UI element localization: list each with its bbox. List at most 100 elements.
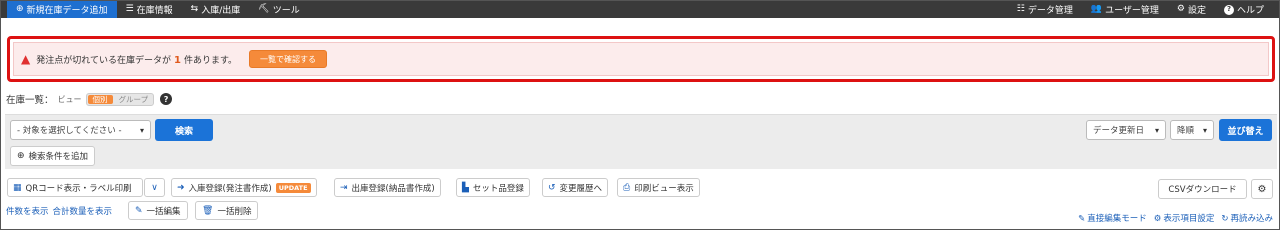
- show-total-link[interactable]: 合計数量を表示: [53, 205, 113, 217]
- reload-label: 再読み込み: [1230, 214, 1273, 224]
- alert-count: 1: [173, 54, 181, 66]
- plus-circle-icon: ⊕: [16, 4, 24, 14]
- bulk-delete-button[interactable]: 🗑 一括削除: [195, 201, 259, 220]
- help-icon: ?: [1223, 4, 1234, 15]
- edit-icon: ✎: [1078, 214, 1086, 224]
- alert-text-after: 件あります。: [183, 55, 238, 66]
- chevron-down-icon: ∨: [151, 182, 158, 193]
- nav-label: 入庫/出庫: [201, 6, 241, 16]
- history-label: 変更履歴へ: [559, 183, 603, 194]
- view-toggle: 個別 グループ: [85, 92, 155, 106]
- sort-field-select[interactable]: データ更新日 ▾: [1086, 120, 1166, 140]
- chevron-down-icon: ▾: [1202, 125, 1207, 135]
- alert-message: 発注点が切れている在庫データが 1 件あります。: [36, 53, 237, 66]
- outbound-label: 出庫登録(納品書作成): [351, 183, 435, 194]
- print-view-button[interactable]: ⎙ 印刷ビュー表示: [617, 178, 700, 197]
- view-label: ビュー: [57, 94, 82, 104]
- search-button[interactable]: 検索: [155, 119, 213, 141]
- top-navigation-bar: ⊕ 新規在庫データ追加 ☰ 在庫情報 ⇆ 入庫/出庫 ⛏ ツール ☷ データ管理…: [1, 1, 1279, 18]
- sort-order-select[interactable]: 降順 ▾: [1170, 120, 1214, 140]
- sign-in-icon: ➜: [177, 182, 185, 193]
- view-list-button[interactable]: 一覧で確認する: [249, 50, 328, 68]
- show-count-link[interactable]: 件数を表示: [6, 205, 49, 217]
- nav-label: ツール: [272, 6, 300, 16]
- add-condition-label: 検索条件を追加: [28, 152, 89, 162]
- inbound-register-button[interactable]: ➜ 入庫登録(発注書作成) UPDATE: [171, 178, 317, 197]
- reload-link[interactable]: ↻ 再読み込み: [1221, 212, 1273, 224]
- stock-list-header: 在庫一覧： ビュー 個別 グループ ?: [6, 92, 173, 106]
- search-filter-panel: - 対象を選択してください - ▾ 検索 ⊕ 検索条件を追加 データ更新日 ▾ …: [5, 114, 1277, 169]
- qr-code-icon: ▦: [13, 182, 22, 193]
- inout-icon: ⇆: [190, 4, 199, 14]
- trash-icon: 🗑: [202, 205, 214, 216]
- nav-new-stock-data[interactable]: ⊕ 新規在庫データ追加: [7, 1, 117, 18]
- sign-out-icon: ⇥: [340, 182, 348, 193]
- nav-settings[interactable]: ⚙ 設定: [1168, 1, 1215, 18]
- chevron-down-icon: ▾: [139, 125, 144, 135]
- add-search-condition-button[interactable]: ⊕ 検索条件を追加: [10, 146, 96, 166]
- alert-text-before: 発注点が切れている在庫データが: [36, 55, 171, 66]
- display-items-settings-link[interactable]: ⚙ 表示項目設定: [1154, 212, 1215, 224]
- qr-dropdown-button[interactable]: ∨: [144, 178, 165, 197]
- reorder-alert: ▲ 発注点が切れている在庫データが 1 件あります。 一覧で確認する: [13, 42, 1269, 76]
- list-icon: ☰: [125, 4, 134, 14]
- gear-icon: ⚙: [1176, 4, 1185, 14]
- alert-highlight-frame: ▲ 発注点が切れている在庫データが 1 件あります。 一覧で確認する: [7, 36, 1275, 82]
- chevron-down-icon: ▾: [1154, 125, 1159, 135]
- outbound-register-button[interactable]: ⇥ 出庫登録(納品書作成): [334, 178, 441, 197]
- nav-data-management[interactable]: ☷ データ管理: [1008, 1, 1082, 18]
- bulk-edit-button[interactable]: ✎ 一括編集: [128, 201, 188, 220]
- nav-label: ユーザー管理: [1105, 6, 1159, 16]
- update-badge: UPDATE: [275, 182, 311, 193]
- direct-edit-mode-link[interactable]: ✎ 直接編集モード: [1078, 212, 1147, 224]
- print-view-label: 印刷ビュー表示: [634, 183, 694, 194]
- qr-label: QRコード表示・ラベル印刷: [25, 183, 132, 194]
- set-item-register-button[interactable]: ▙ セット品登録: [456, 178, 530, 197]
- csv-download-button[interactable]: CSVダウンロード: [1158, 179, 1247, 199]
- inbound-label: 入庫登録(発注書作成): [188, 183, 272, 194]
- question-circle-icon[interactable]: ?: [160, 93, 173, 105]
- view-group-option[interactable]: グループ: [114, 94, 154, 105]
- nav-inbound-outbound[interactable]: ⇆ 入庫/出庫: [182, 1, 250, 18]
- target-select[interactable]: - 対象を選択してください - ▾: [10, 120, 151, 140]
- nav-user-management[interactable]: 👥 ユーザー管理: [1082, 1, 1168, 18]
- nav-left-group: ⊕ 新規在庫データ追加 ☰ 在庫情報 ⇆ 入庫/出庫 ⛏ ツール: [7, 1, 309, 18]
- sort-field-value: データ更新日: [1093, 126, 1145, 136]
- nav-tools[interactable]: ⛏ ツール: [249, 1, 308, 18]
- bulk-delete-label: 一括削除: [217, 206, 252, 217]
- nav-label: 新規在庫データ追加: [26, 6, 108, 16]
- target-select-value: - 対象を選択してください -: [17, 126, 122, 136]
- nav-stock-info[interactable]: ☰ 在庫情報: [117, 1, 182, 18]
- history-icon: ↺: [548, 182, 556, 193]
- nav-help[interactable]: ? ヘルプ: [1215, 1, 1273, 18]
- nav-right-group: ☷ データ管理 👥 ユーザー管理 ⚙ 設定 ? ヘルプ: [1008, 1, 1273, 18]
- page-title: 在庫一覧：: [6, 95, 54, 106]
- gear-icon: ⚙: [1153, 214, 1162, 224]
- edit-icon: ✎: [135, 205, 143, 216]
- bottom-left-actions: 件数を表示 合計数量を表示: [6, 203, 112, 219]
- nav-label: 在庫情報: [136, 6, 173, 16]
- direct-edit-label: 直接編集モード: [1087, 214, 1147, 224]
- set-register-label: セット品登録: [472, 183, 524, 194]
- bulk-edit-label: 一括編集: [146, 206, 181, 217]
- tools-icon: ⛏: [258, 4, 270, 14]
- csv-settings-button[interactable]: ⚙: [1251, 179, 1273, 199]
- boxes-icon: ▙: [462, 182, 469, 193]
- view-individual-option[interactable]: 個別: [87, 94, 113, 104]
- nav-label: 設定: [1187, 6, 1206, 16]
- sort-order-value: 降順: [1177, 126, 1195, 136]
- display-items-label: 表示項目設定: [1163, 214, 1215, 224]
- qr-label-print-button[interactable]: ▦ QRコード表示・ラベル印刷: [7, 178, 143, 197]
- sort-button[interactable]: 並び替え: [1219, 119, 1272, 141]
- warning-icon: ▲: [21, 52, 31, 66]
- data-manage-icon: ☷: [1016, 4, 1025, 14]
- nav-label: データ管理: [1027, 6, 1073, 16]
- reload-icon: ↻: [1221, 214, 1229, 224]
- change-history-button[interactable]: ↺ 変更履歴へ: [542, 178, 609, 197]
- print-icon: ⎙: [623, 182, 631, 193]
- bottom-right-actions: ✎ 直接編集モード ⚙ 表示項目設定 ↻ 再読み込み: [1078, 210, 1273, 226]
- plus-circle-icon: ⊕: [17, 151, 25, 161]
- gear-icon: ⚙: [1257, 183, 1267, 195]
- nav-label: ヘルプ: [1236, 6, 1264, 16]
- users-icon: 👥: [1090, 4, 1103, 14]
